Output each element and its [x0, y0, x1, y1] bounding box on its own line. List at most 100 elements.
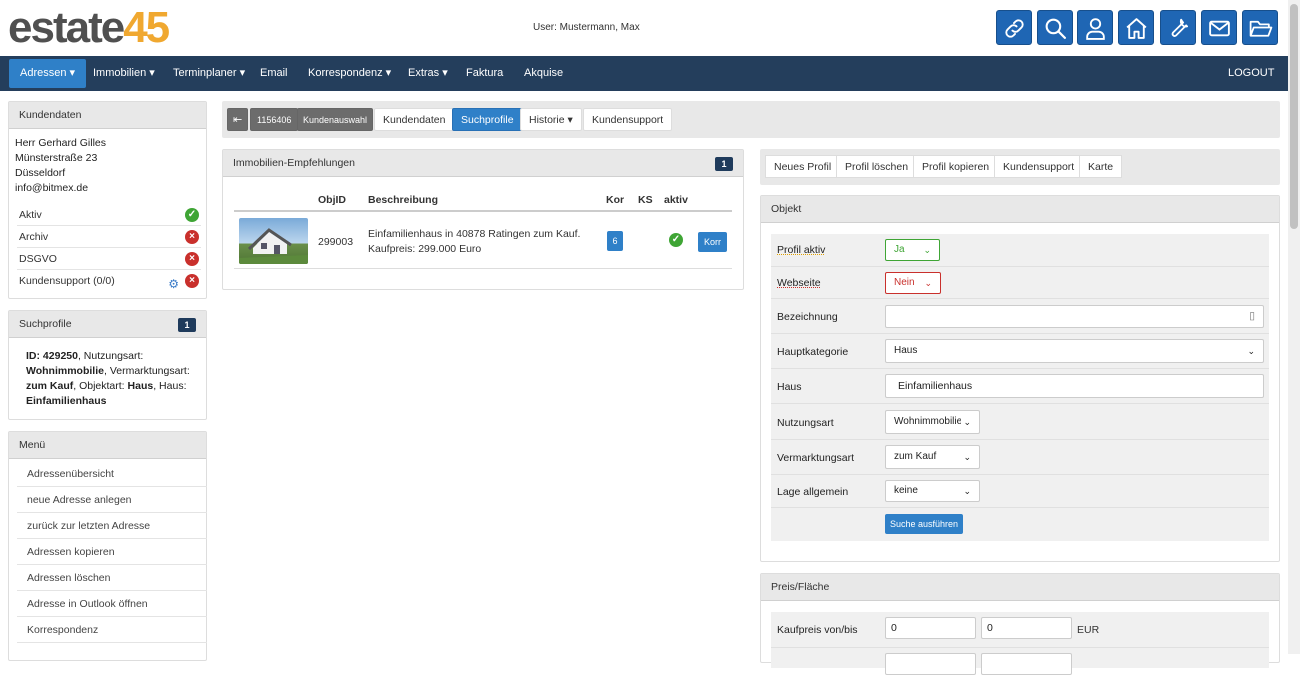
haus-input[interactable]: Einfamilienhaus	[885, 374, 1264, 398]
row-next	[771, 648, 1269, 668]
scrollbar-thumb[interactable]	[1290, 4, 1298, 229]
menu-item[interactable]: Adresse in Outlook öffnen	[17, 591, 207, 617]
x-circle-icon[interactable]: ×	[185, 252, 199, 266]
copy-profile-button[interactable]: Profil kopieren	[913, 155, 998, 178]
tab-suchprofile[interactable]: Suchprofile	[452, 108, 523, 131]
customer-name: Herr Gerhard Gilles	[15, 136, 106, 151]
nav-extras[interactable]: Extras ▾	[397, 56, 459, 91]
hauptkategorie-value: Haus	[894, 345, 917, 356]
nav-email-label: Email	[260, 67, 288, 79]
first-page-icon: ⇤	[233, 114, 242, 126]
property-thumbnail[interactable]	[239, 218, 308, 264]
new-profile-button[interactable]: Neues Profil	[765, 155, 840, 178]
x-circle-icon[interactable]: ×	[185, 274, 199, 288]
next-von-input[interactable]	[885, 653, 976, 675]
row-kaufpreis: Kaufpreis von/bis 0 0 EUR	[771, 612, 1269, 648]
kundendaten-panel: Kundendaten Herr Gerhard Gilles Münsters…	[8, 101, 207, 299]
customer-id-button[interactable]: 1156406	[250, 108, 298, 131]
menu-header: Menü	[9, 432, 206, 459]
chevron-down-icon: ⌄	[923, 240, 931, 260]
search-button[interactable]	[1037, 10, 1073, 45]
profile-id: 429250	[43, 350, 78, 362]
search-execute-button[interactable]: Suche ausführen	[885, 514, 963, 534]
currency-unit: EUR	[1077, 624, 1099, 636]
nav-immobilien[interactable]: Immobilien ▾	[82, 56, 166, 91]
clipboard-icon[interactable]: ▯	[1249, 306, 1255, 327]
gear-icon[interactable]: ⚙	[168, 273, 179, 295]
kaufpreis-bis-input[interactable]: 0	[981, 617, 1072, 639]
settings-button[interactable]	[1160, 10, 1196, 45]
haus-label: Haus	[777, 381, 802, 393]
profile-actions-bar: Neues Profil Profil löschen Profil kopie…	[760, 149, 1280, 185]
link-button[interactable]	[996, 10, 1032, 45]
nav-korrespondenz-label: Korrespondenz	[308, 67, 383, 79]
customer-email[interactable]: info@bitmex.de	[15, 181, 106, 196]
menu-item[interactable]: neue Adresse anlegen	[17, 487, 207, 513]
home-button[interactable]	[1118, 10, 1154, 45]
nav-korrespondenz[interactable]: Korrespondenz ▾	[297, 56, 402, 91]
summary-objektart: Haus	[128, 380, 154, 392]
lage-value: keine	[894, 485, 918, 496]
webseite-select[interactable]: Nein ⌄	[885, 272, 941, 294]
folder-button[interactable]	[1242, 10, 1278, 45]
first-record-button[interactable]: ⇤	[227, 108, 248, 131]
kundensupport-button[interactable]: Kundensupport	[994, 155, 1083, 178]
menu-item[interactable]: zurück zur letzten Adresse	[17, 513, 207, 539]
menu-item[interactable]: Adressen kopieren	[17, 539, 207, 565]
mail-icon	[1207, 16, 1232, 41]
row-description: Einfamilienhaus in 40878 Ratingen zum Ka…	[368, 228, 580, 240]
nav-terminplaner[interactable]: Terminplaner ▾	[162, 56, 256, 91]
lage-select[interactable]: keine ⌄	[885, 480, 980, 502]
menu-item[interactable]: Adressenübersicht	[17, 461, 207, 487]
estate45-logo[interactable]: estate45	[8, 4, 168, 52]
nav-akquise[interactable]: Akquise	[513, 56, 574, 91]
mail-button[interactable]	[1201, 10, 1237, 45]
col-ks[interactable]: KS	[638, 194, 653, 206]
user-button[interactable]	[1077, 10, 1113, 45]
kaufpreis-von-input[interactable]: 0	[885, 617, 976, 639]
suchprofile-summary[interactable]: ID: 429250, Nutzungsart: Wohnimmobilie, …	[26, 349, 196, 409]
hauptkategorie-select[interactable]: Haus ⌄	[885, 339, 1264, 363]
nutzungsart-select[interactable]: Wohnimmobilie ⌄	[885, 410, 980, 434]
tab-kundendaten[interactable]: Kundendaten	[374, 108, 454, 131]
objekt-panel: Objekt Profil aktiv Ja ⌄ Webseite Nein ⌄ B…	[760, 195, 1280, 562]
next-bis-input[interactable]	[981, 653, 1072, 675]
row-haus: Haus Einfamilienhaus	[771, 369, 1269, 404]
kundendaten-title: Kundendaten	[19, 109, 81, 121]
table-row[interactable]: 299003 Einfamilienhaus in 40878 Ratingen…	[234, 214, 732, 269]
nav-email[interactable]: Email	[249, 56, 299, 91]
vermarktungsart-select[interactable]: zum Kauf ⌄	[885, 445, 980, 469]
kundenauswahl-button[interactable]: Kundenauswahl	[297, 108, 373, 131]
check-circle-icon[interactable]: ✓	[185, 208, 199, 222]
kor-count-badge[interactable]: 6	[607, 231, 623, 251]
logout-link[interactable]: LOGOUT	[1217, 56, 1285, 91]
row-webseite: Webseite Nein ⌄	[771, 267, 1269, 299]
nav-faktura[interactable]: Faktura	[455, 56, 514, 91]
bezeichnung-input[interactable]: ▯	[885, 305, 1264, 328]
profile-id-label: ID:	[26, 350, 40, 362]
page-scrollbar[interactable]	[1288, 0, 1300, 654]
profil-aktiv-select[interactable]: Ja ⌄	[885, 239, 940, 261]
profil-aktiv-label: Profil aktiv	[777, 244, 825, 256]
nav-adressen[interactable]: Adressen ▾	[9, 59, 86, 88]
menu-item[interactable]: Adressen löschen	[17, 565, 207, 591]
col-beschreibung[interactable]: Beschreibung	[368, 194, 438, 206]
chevron-down-icon: ⌄	[963, 481, 971, 501]
menu-item[interactable]: Korrespondenz	[17, 617, 207, 643]
nav-terminplaner-label: Terminplaner	[173, 67, 237, 79]
col-objid[interactable]: ObjID	[318, 194, 346, 206]
karte-button[interactable]: Karte	[1079, 155, 1122, 178]
delete-profile-button[interactable]: Profil löschen	[836, 155, 917, 178]
col-kor[interactable]: Kor	[606, 194, 624, 206]
x-circle-icon[interactable]: ×	[185, 230, 199, 244]
webseite-value: Nein	[894, 277, 915, 288]
col-aktiv[interactable]: aktiv	[664, 194, 688, 206]
empfehlungen-panel: Immobilien-Empfehlungen 1 ObjID Beschreib…	[222, 149, 744, 290]
objekt-title: Objekt	[771, 203, 801, 215]
row-vermarktungsart: Vermarktungsart zum Kauf ⌄	[771, 440, 1269, 475]
korr-button[interactable]: Korr	[698, 232, 727, 252]
row-lage: Lage allgemein keine ⌄	[771, 475, 1269, 508]
bezeichnung-label: Bezeichnung	[777, 311, 838, 323]
tab-historie[interactable]: Historie ▾	[520, 108, 582, 131]
tab-kundensupport[interactable]: Kundensupport	[583, 108, 672, 131]
